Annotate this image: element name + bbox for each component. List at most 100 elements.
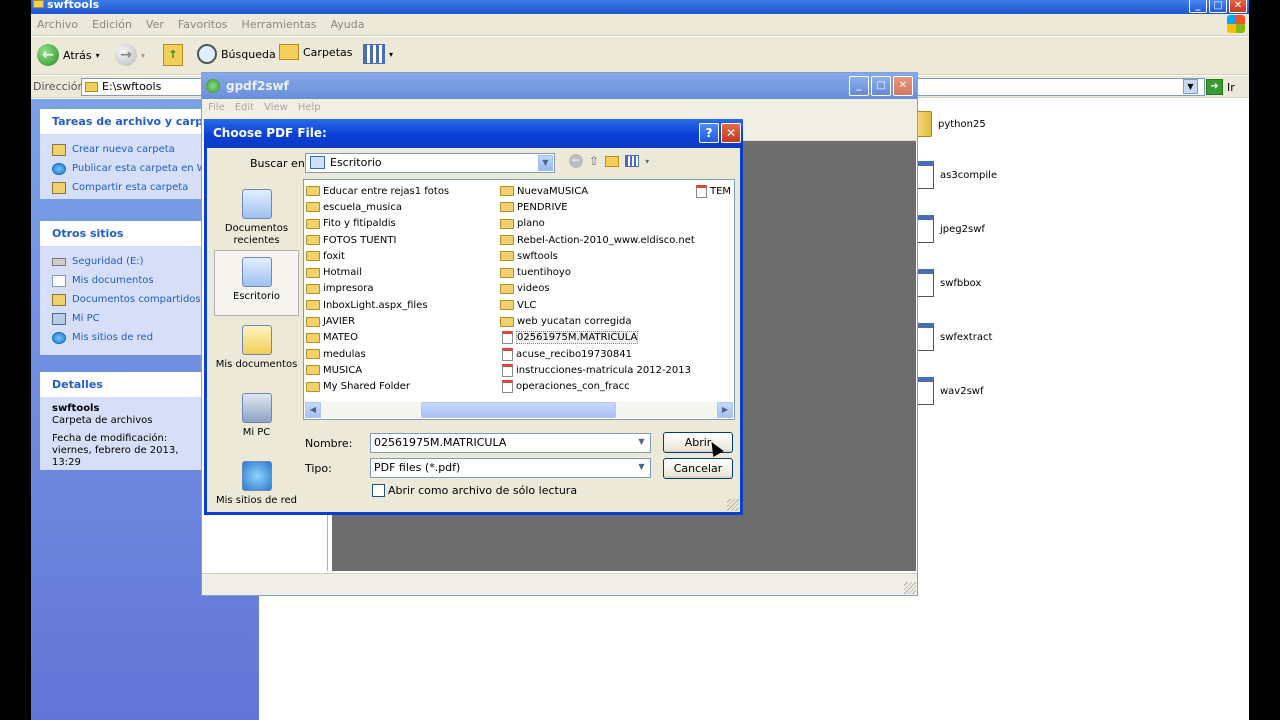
place-my-documents[interactable]: Mis documentos — [52, 271, 198, 290]
list-item[interactable]: escuela_musica — [306, 199, 449, 215]
place-network[interactable]: Mis sitios de red — [52, 328, 198, 347]
list-item[interactable]: medulas — [306, 346, 449, 362]
file-item[interactable]: jpeg2swf — [914, 215, 985, 243]
menu-file[interactable]: File — [208, 99, 225, 117]
close-button[interactable]: ✕ — [1229, 0, 1247, 13]
task-new-folder[interactable]: Crear nueva carpeta — [52, 140, 198, 159]
file-name-input[interactable]: 02561975M.MATRICULA ▼ — [370, 433, 651, 453]
dialog-titlebar[interactable]: Choose PDF File: ? ✕ — [204, 119, 743, 148]
forward-button[interactable]: → ▾ — [115, 44, 145, 66]
list-item[interactable]: foxit — [306, 248, 449, 264]
list-item[interactable]: FOTOS TUENTI — [306, 232, 449, 248]
scroll-right-icon[interactable]: ▶ — [717, 402, 733, 418]
explorer-titlebar[interactable]: swftools _ □ ✕ — [31, 0, 1249, 14]
file-item[interactable]: python25 — [914, 111, 986, 137]
file-item[interactable]: wav2swf — [914, 377, 984, 405]
view-menu-icon[interactable] — [625, 155, 640, 167]
menu-herramientas[interactable]: Herramientas — [242, 18, 317, 31]
search-button[interactable]: Búsqueda — [197, 44, 276, 64]
menu-ver[interactable]: Ver — [146, 18, 164, 31]
menu-edicion[interactable]: Edición — [92, 18, 132, 31]
place-recent[interactable]: Documentos recientes — [214, 183, 299, 247]
file-tasks-title[interactable]: Tareas de archivo y carpeta — [40, 109, 202, 134]
list-item[interactable]: swftools — [500, 248, 695, 264]
readonly-checkbox[interactable] — [372, 484, 385, 497]
gpdf2swf-titlebar[interactable]: gpdf2swf _ □ ✕ — [202, 73, 917, 99]
place-my-computer[interactable]: Mi PC — [52, 309, 198, 328]
list-item[interactable]: VLC — [500, 297, 695, 313]
list-item[interactable]: MATEO — [306, 330, 449, 346]
place-security-drive[interactable]: Seguridad (E:) — [52, 252, 198, 271]
list-item[interactable]: Hotmail — [306, 264, 449, 280]
address-dropdown-button[interactable]: ▼ — [1183, 79, 1198, 94]
list-item[interactable]: Fito y fitipaldis — [306, 216, 449, 232]
file-item[interactable]: swfextract — [914, 323, 992, 351]
list-item[interactable]: plano — [500, 216, 695, 232]
scrollbar-thumb[interactable] — [421, 402, 616, 418]
scroll-left-icon[interactable]: ◀ — [305, 402, 321, 418]
menu-archivo[interactable]: Archivo — [37, 18, 78, 31]
item-label: plano — [517, 218, 545, 230]
list-item[interactable]: My Shared Folder — [306, 379, 449, 395]
list-item[interactable]: MUSICA — [306, 362, 449, 378]
menu-ayuda[interactable]: Ayuda — [330, 18, 364, 31]
other-places-title[interactable]: Otros sitios — [40, 221, 202, 246]
chevron-down-icon[interactable]: ▼ — [634, 435, 649, 451]
go-arrow-icon[interactable]: ➜ — [1206, 79, 1223, 95]
resize-grip-icon[interactable] — [904, 582, 916, 594]
list-item[interactable]: operaciones_con_fracc — [500, 379, 695, 395]
list-item[interactable]: PENDRIVE — [500, 199, 695, 215]
folders-button[interactable]: Carpetas — [279, 44, 352, 60]
file-item[interactable]: swfbbox — [914, 269, 981, 297]
list-item-selected[interactable]: 02561975M.MATRICULA — [500, 330, 695, 346]
file-item[interactable]: as3compile — [914, 161, 997, 189]
close-button[interactable]: ✕ — [893, 76, 913, 96]
list-item[interactable]: JAVIER — [306, 313, 449, 329]
go-button[interactable]: Ir — [1227, 81, 1235, 94]
file-type-select[interactable]: PDF files (*.pdf) ▼ — [370, 458, 651, 478]
list-item[interactable]: web yucatan corregida — [500, 313, 695, 329]
list-item[interactable]: acuse_recibo19730841 — [500, 346, 695, 362]
cancel-button[interactable]: Cancelar — [663, 458, 733, 479]
up-folder-icon[interactable]: ⇧ — [589, 154, 599, 168]
place-network[interactable]: Mis sitios de red — [214, 455, 299, 515]
menu-favoritos[interactable]: Favoritos — [178, 18, 228, 31]
maximize-button[interactable]: □ — [871, 76, 891, 96]
new-folder-icon[interactable] — [605, 155, 620, 167]
list-item[interactable]: NuevaMUSICA — [500, 183, 695, 199]
place-desktop[interactable]: Escritorio — [214, 250, 299, 316]
place-my-computer[interactable]: Mi PC — [214, 387, 299, 451]
views-button[interactable]: ▾ — [363, 44, 393, 64]
menu-edit[interactable]: Edit — [235, 99, 254, 117]
back-button[interactable]: ← Atrás ▾ — [37, 44, 100, 66]
list-item[interactable]: Rebel-Action-2010_www.eldisco.net — [500, 232, 695, 248]
close-button[interactable]: ✕ — [721, 123, 741, 143]
dropdown-arrow-icon[interactable]: ▾ — [645, 157, 649, 166]
chevron-down-icon[interactable]: ▼ — [538, 155, 553, 171]
back-icon[interactable]: ← — [569, 154, 583, 168]
minimize-button[interactable]: _ — [1189, 0, 1207, 13]
resize-grip-icon[interactable] — [727, 499, 739, 511]
menu-help[interactable]: Help — [298, 99, 321, 117]
menu-view[interactable]: View — [264, 99, 288, 117]
look-in-select[interactable]: Escritorio ▼ — [305, 153, 555, 173]
task-share-folder[interactable]: Compartir esta carpeta — [52, 178, 198, 197]
maximize-button[interactable]: □ — [1209, 0, 1227, 13]
list-item[interactable]: Educar entre rejas1 fotos — [306, 183, 449, 199]
task-publish-web[interactable]: Publicar esta carpeta en Web — [52, 159, 219, 178]
place-my-documents[interactable]: Mis documentos — [214, 319, 299, 383]
minimize-button[interactable]: _ — [849, 76, 869, 96]
help-button[interactable]: ? — [699, 123, 719, 143]
chevron-down-icon[interactable]: ▼ — [634, 460, 649, 476]
list-item[interactable]: instrucciones-matricula 2012-2013 — [500, 362, 695, 378]
horizontal-scrollbar[interactable]: ◀ ▶ — [305, 402, 733, 418]
details-title[interactable]: Detalles — [40, 372, 202, 397]
list-item[interactable]: TEM — [694, 183, 732, 199]
list-item[interactable]: impresora — [306, 281, 449, 297]
readonly-label[interactable]: Abrir como archivo de sólo lectura — [388, 484, 577, 497]
up-folder-button[interactable]: ↑ — [163, 44, 183, 66]
list-item[interactable]: videos — [500, 281, 695, 297]
list-item[interactable]: InboxLight.aspx_files — [306, 297, 449, 313]
list-item[interactable]: tuentihoyo — [500, 264, 695, 280]
place-shared-documents[interactable]: Documentos compartidos — [52, 290, 201, 309]
